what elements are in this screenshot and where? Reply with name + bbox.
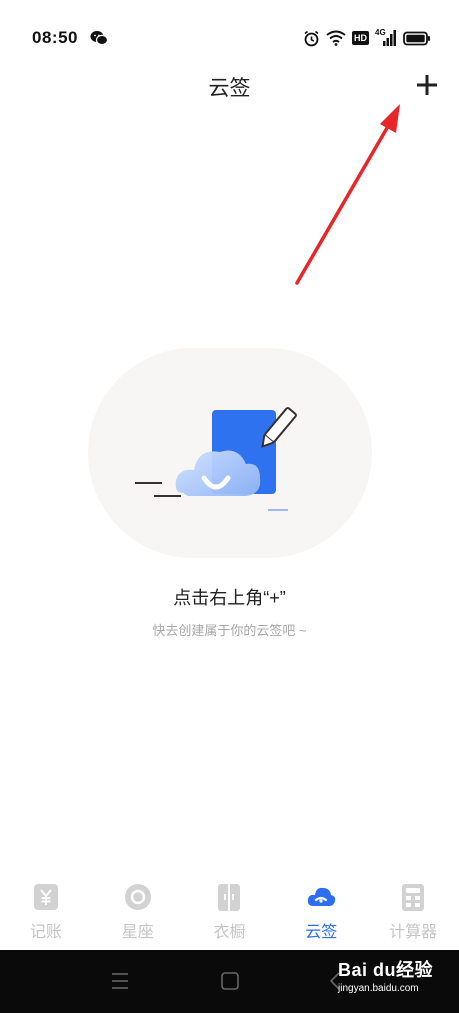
network-signal: 4G — [375, 28, 397, 47]
home-icon[interactable] — [220, 970, 240, 992]
battery-icon — [403, 31, 430, 45]
add-button[interactable] — [412, 70, 442, 100]
empty-state-title: 点击右上角“+” — [173, 588, 286, 608]
tab-label: 云签 — [305, 924, 338, 941]
watermark-brand: Bai du经验 — [338, 960, 434, 980]
menu-icon[interactable] — [110, 970, 130, 992]
tab-label: 计算器 — [389, 924, 438, 941]
empty-state-subtitle: 快去创建属于你的云签吧 ~ — [152, 623, 307, 638]
page-title: 云签 — [208, 77, 251, 100]
alarm-icon — [304, 30, 319, 46]
status-bar: 08:50 HD 4G — [0, 0, 459, 76]
empty-state-illustration — [88, 348, 372, 558]
watermark-url: jingyan.baidu.com — [338, 983, 419, 994]
signal-icon — [383, 30, 396, 46]
tab-wardrobe[interactable]: 衣橱 — [184, 872, 276, 950]
tab-label: 衣橱 — [213, 924, 246, 941]
tab-label: 记账 — [29, 924, 62, 941]
tab-cloud-note[interactable]: 云签 — [275, 872, 367, 950]
hd-badge: HD — [352, 31, 369, 45]
wechat-icon — [90, 31, 108, 46]
status-time: 08:50 — [32, 28, 78, 47]
tab-label: 星座 — [121, 924, 154, 941]
ledger-icon — [33, 884, 58, 910]
calculator-icon — [402, 884, 425, 911]
tab-ledger[interactable]: 记账 — [0, 872, 92, 950]
tab-bar: 记账 星座 衣橱 云签 计算器 — [0, 872, 459, 950]
constellation-icon — [124, 884, 151, 910]
cloud-note-icon — [308, 887, 336, 906]
wardrobe-icon — [218, 884, 241, 911]
status-icons: HD 4G — [303, 28, 431, 48]
tab-calculator[interactable]: 计算器 — [367, 872, 459, 950]
wifi-icon — [326, 30, 346, 46]
tab-constellation[interactable]: 星座 — [92, 872, 184, 950]
